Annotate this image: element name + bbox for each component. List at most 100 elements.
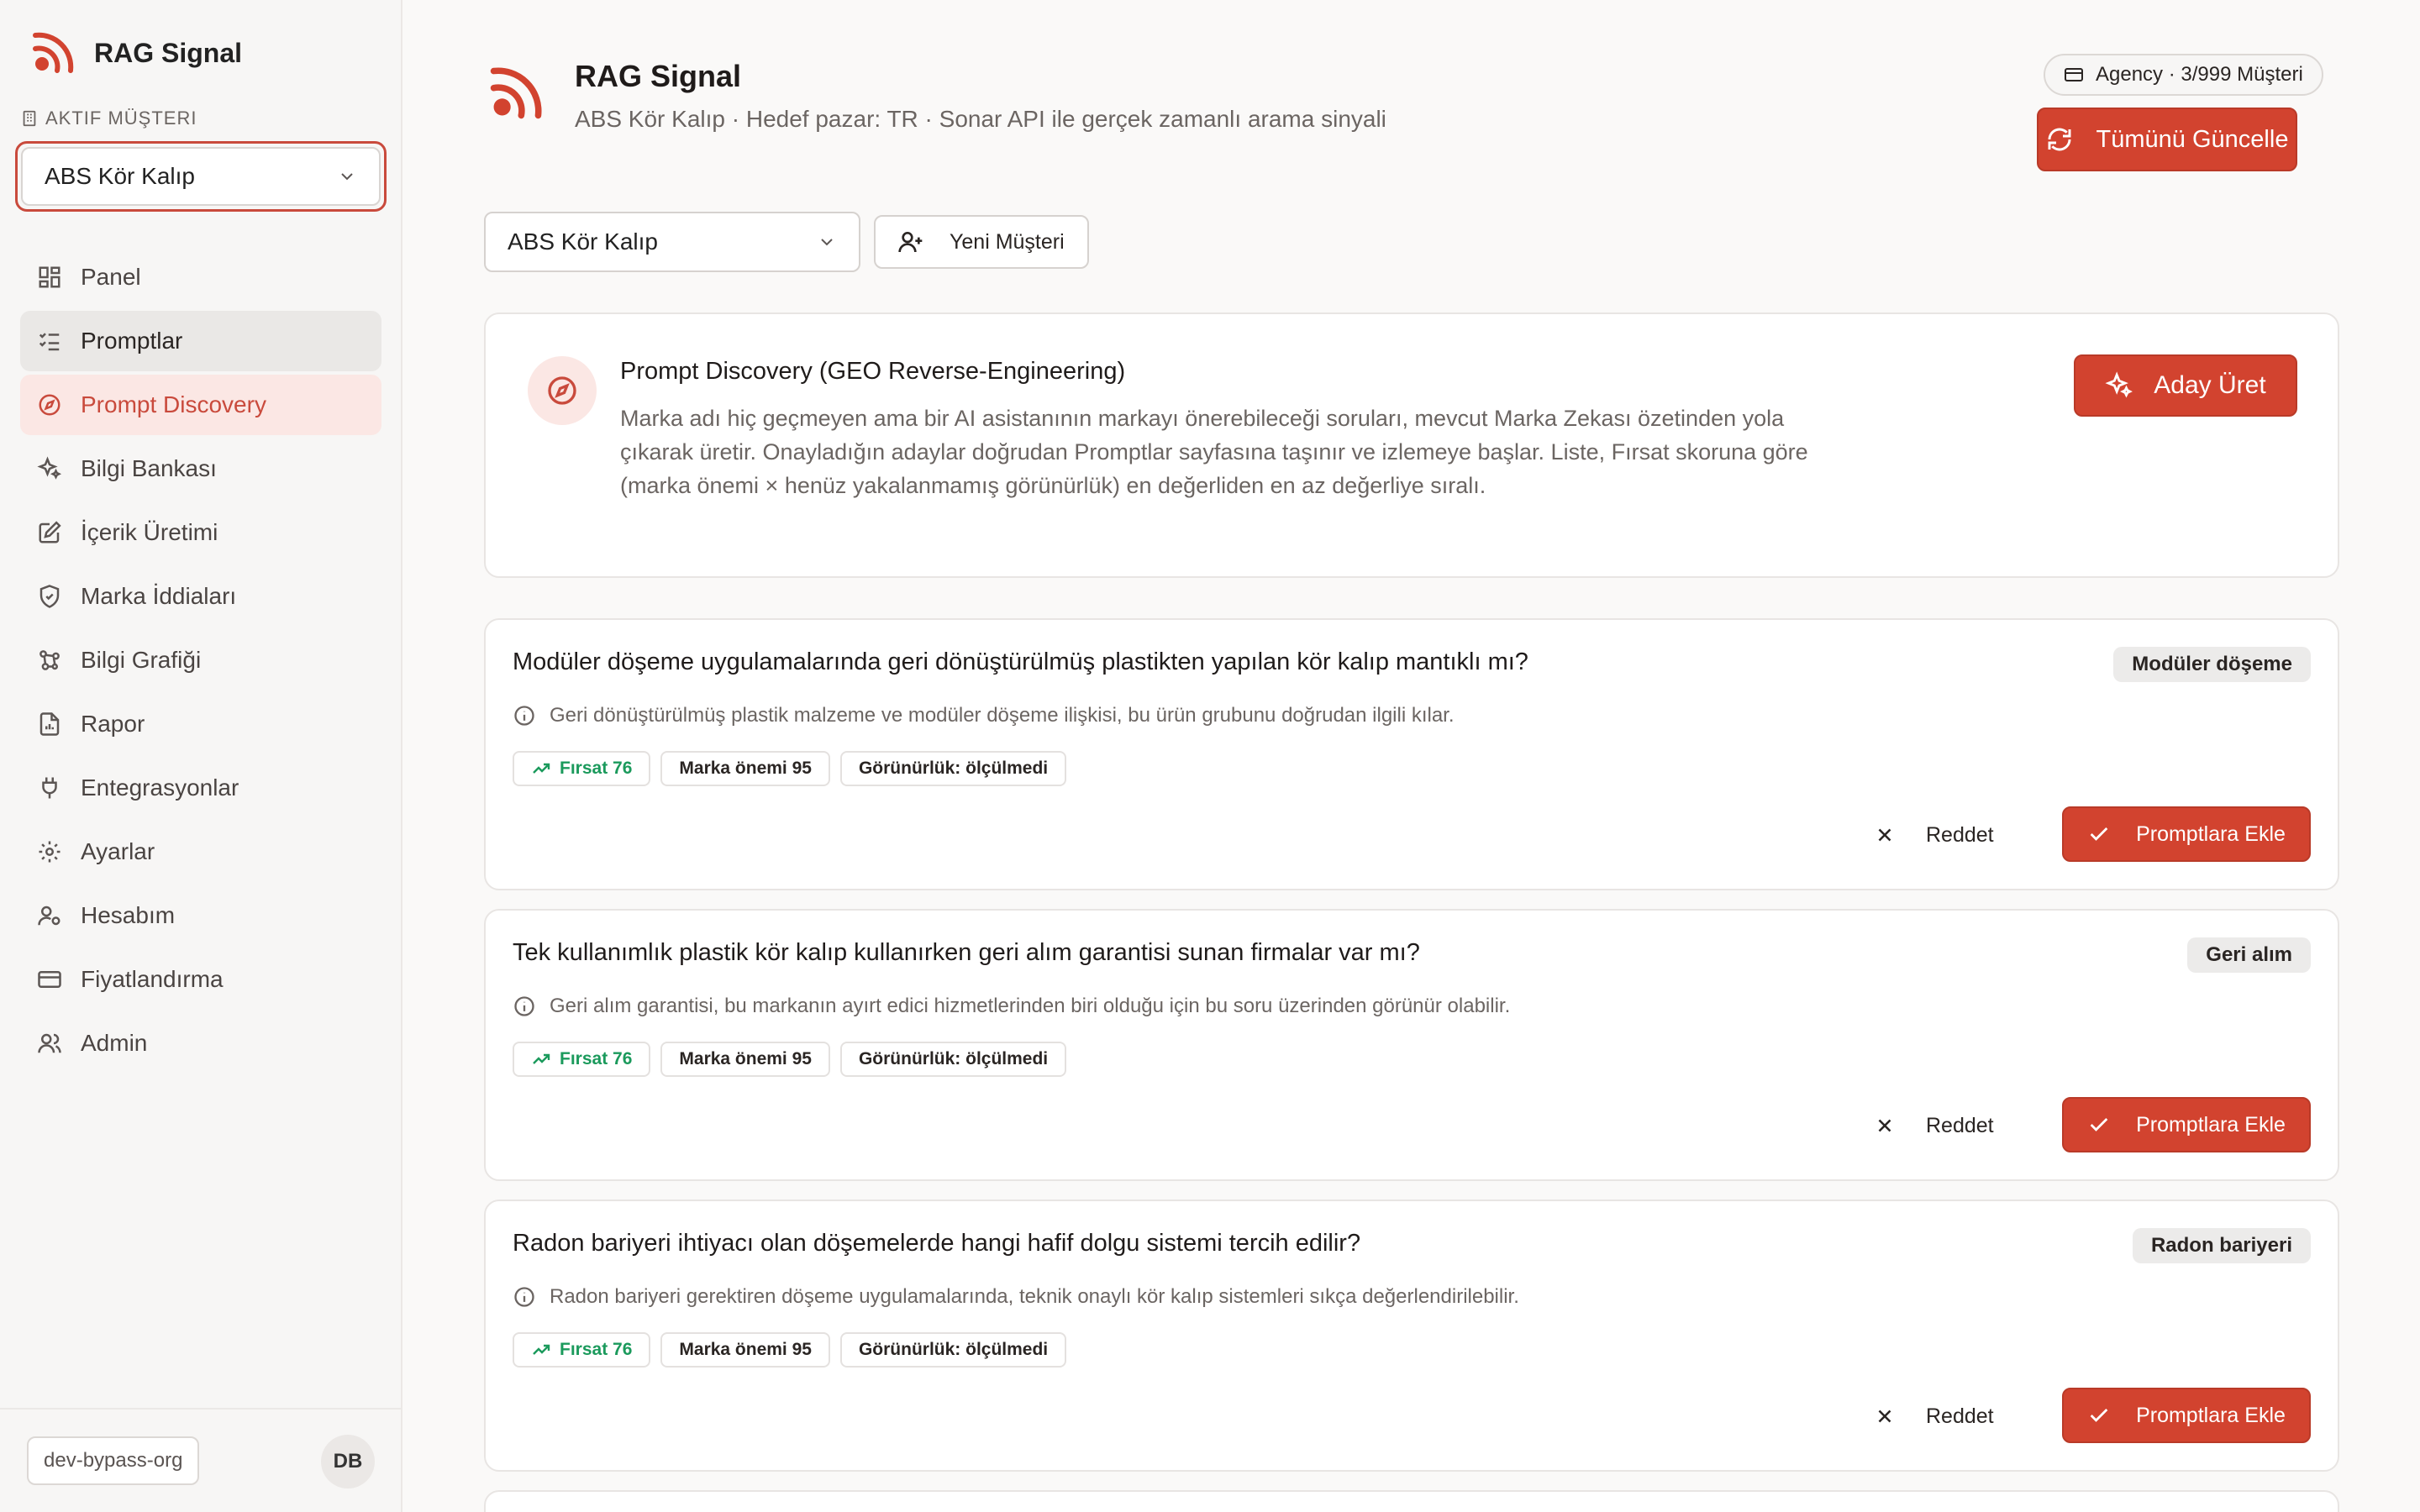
brand-importance-chip: Marka önemi 95 [660,1332,830,1368]
reject-button[interactable]: Reddet [1857,1099,2011,1152]
sparkles-icon [2105,371,2133,398]
new-client-button[interactable]: Yeni Müşteri [874,215,1089,269]
generate-candidates-button[interactable]: Aday Üret [2074,354,2297,417]
edit-icon [39,521,61,543]
sidebar-item-label: İçerik Üretimi [81,519,218,545]
trending-up-icon [533,1053,550,1064]
dashboard-icon [39,266,60,288]
candidate-tag: Geri alım [2187,937,2311,973]
candidate-card-partial [484,1490,2339,1512]
candidate-tag: Modüler döşeme [2113,647,2311,682]
opportunity-chip: Fırsat 76 [513,751,651,786]
brand[interactable]: RAG Signal [30,29,242,77]
sidebar-item-label: Hesabım [81,902,176,928]
list-check-icon [39,333,60,351]
sidebar-item-prompt-discovery[interactable]: Prompt Discovery [20,375,381,435]
sidebar-item-panel[interactable]: Panel [20,247,381,307]
discovery-description: Marka adı hiç geçmeyen ama bir AI asista… [620,406,1808,498]
plan-badge-text: Agency · 3/999 Müşteri [2096,63,2303,86]
sidebar-item-label: Promptlar [81,328,183,354]
compass-icon [548,376,576,405]
plug-icon [42,777,57,799]
sidebar-item-rapor[interactable]: Rapor [20,694,381,754]
active-client-value: ABS Kör Kalıp [45,163,195,189]
chevron-down-icon [821,239,833,246]
candidate-question: Tek kullanımlık plastik kör kalıp kullan… [513,939,1420,966]
sidebar-item-ayarlar[interactable]: Ayarlar [20,822,381,882]
add-to-prompts-label: Promptlara Ekle [2136,1403,2286,1427]
sidebar-item-bilgi-grafigi[interactable]: Bilgi Grafiği [20,630,381,690]
sidebar: RAG Signal Aktif Müşteri ABS Kör Kalıp P… [0,0,402,1512]
main-content: RAG Signal ABS Kör Kalıp · Hedef pazar: … [403,0,2420,1512]
active-client-label: Aktif Müşteri [20,108,197,129]
opportunity-chip: Fırsat 76 [513,1332,651,1368]
refresh-all-button[interactable]: Tümünü Güncelle [2037,108,2297,171]
visibility-chip: Görünürlük: ölçülmedi [839,1332,1067,1368]
trending-up-icon [533,763,550,774]
page-header: RAG Signal ABS Kör Kalıp · Hedef pazar: … [487,57,1386,133]
client-select-value: ABS Kör Kalıp [508,228,658,255]
sidebar-item-bilgi-bankasi[interactable]: Bilgi Bankası [20,438,381,499]
sidebar-item-marka-iddialari[interactable]: Marka İddiaları [20,566,381,627]
reject-button[interactable]: Reddet [1857,1389,2011,1443]
sidebar-item-fiyatlandirma[interactable]: Fiyatlandırma [20,949,381,1010]
close-icon [1878,828,1891,842]
opportunity-chip: Fırsat 76 [513,1042,651,1077]
active-client-select[interactable]: ABS Kör Kalıp [21,147,381,206]
check-icon [2090,1118,2108,1131]
candidate-reason-text: Geri alım garantisi, bu markanın ayırt e… [550,995,1511,1017]
graph-icon [39,650,60,670]
sidebar-item-icerik-uretimi[interactable]: İçerik Üretimi [20,502,381,563]
candidate-question: Modüler döşeme uygulamalarında geri dönü… [513,648,1528,675]
active-client-focus-ring: ABS Kör Kalıp [15,141,387,212]
sidebar-item-hesabim[interactable]: Hesabım [20,885,381,946]
brand-name: RAG Signal [94,37,243,68]
reject-label: Reddet [1926,1113,1994,1137]
page-subtitle: ABS Kör Kalıp · Hedef pazar: TR · Sonar … [575,106,1386,132]
credit-card-icon [2065,68,2083,81]
brand-importance-chip: Marka önemi 95 [660,751,830,786]
candidate-reason: Geri dönüştürülmüş plastik malzeme ve mo… [513,704,1455,727]
sidebar-item-label: Panel [81,264,141,290]
candidate-card: Tek kullanımlık plastik kör kalıp kullan… [484,909,2339,1181]
info-icon [514,706,534,726]
close-icon [1878,1410,1891,1423]
user-settings-icon [38,906,60,926]
add-to-prompts-label: Promptlara Ekle [2136,822,2286,846]
sidebar-footer: dev-bypass-org DB [0,1408,401,1512]
chevron-down-icon [341,173,353,181]
reject-button[interactable]: Reddet [1857,808,2011,862]
candidate-metrics: Fırsat 76 Marka önemi 95 Görünürlük: ölç… [513,751,1076,786]
org-badge[interactable]: dev-bypass-org [27,1436,200,1485]
sidebar-item-promptlar[interactable]: Promptlar [20,311,381,371]
discovery-icon-badge [528,356,597,425]
info-icon [514,996,534,1016]
opportunity-text: Fırsat 76 [560,1049,633,1068]
add-to-prompts-button[interactable]: Promptlara Ekle [2062,806,2311,862]
add-to-prompts-label: Promptlara Ekle [2136,1112,2286,1137]
generate-candidates-label: Aday Üret [2154,371,2266,399]
page-title: RAG Signal [575,59,742,93]
candidate-tag: Radon bariyeri [2132,1228,2311,1263]
sidebar-item-entegrasyonlar[interactable]: Entegrasyonlar [20,758,381,818]
trending-up-icon [533,1344,550,1355]
opportunity-text: Fırsat 76 [560,759,633,778]
shield-check-icon [39,585,60,608]
sidebar-item-admin[interactable]: Admin [20,1013,381,1074]
sidebar-item-label: Ayarlar [81,838,155,864]
plan-badge[interactable]: Agency · 3/999 Müşteri [2044,54,2323,96]
opportunity-text: Fırsat 76 [560,1340,633,1359]
close-icon [1878,1119,1891,1132]
discovery-title: Prompt Discovery (GEO Reverse-Engineerin… [620,358,1126,385]
user-plus-icon [898,232,923,253]
avatar[interactable]: DB [321,1435,375,1488]
add-to-prompts-button[interactable]: Promptlara Ekle [2062,1388,2311,1443]
candidate-card: Modüler döşeme uygulamalarında geri dönü… [484,618,2339,890]
add-to-prompts-button[interactable]: Promptlara Ekle [2062,1097,2311,1152]
sidebar-item-label: Entegrasyonlar [81,774,239,801]
refresh-all-label: Tümünü Güncelle [2096,125,2289,153]
client-select[interactable]: ABS Kör Kalıp [484,212,860,272]
sidebar-item-label: Rapor [81,711,145,737]
info-icon [514,1287,534,1307]
active-client-label-text: Aktif Müşteri [45,108,197,129]
